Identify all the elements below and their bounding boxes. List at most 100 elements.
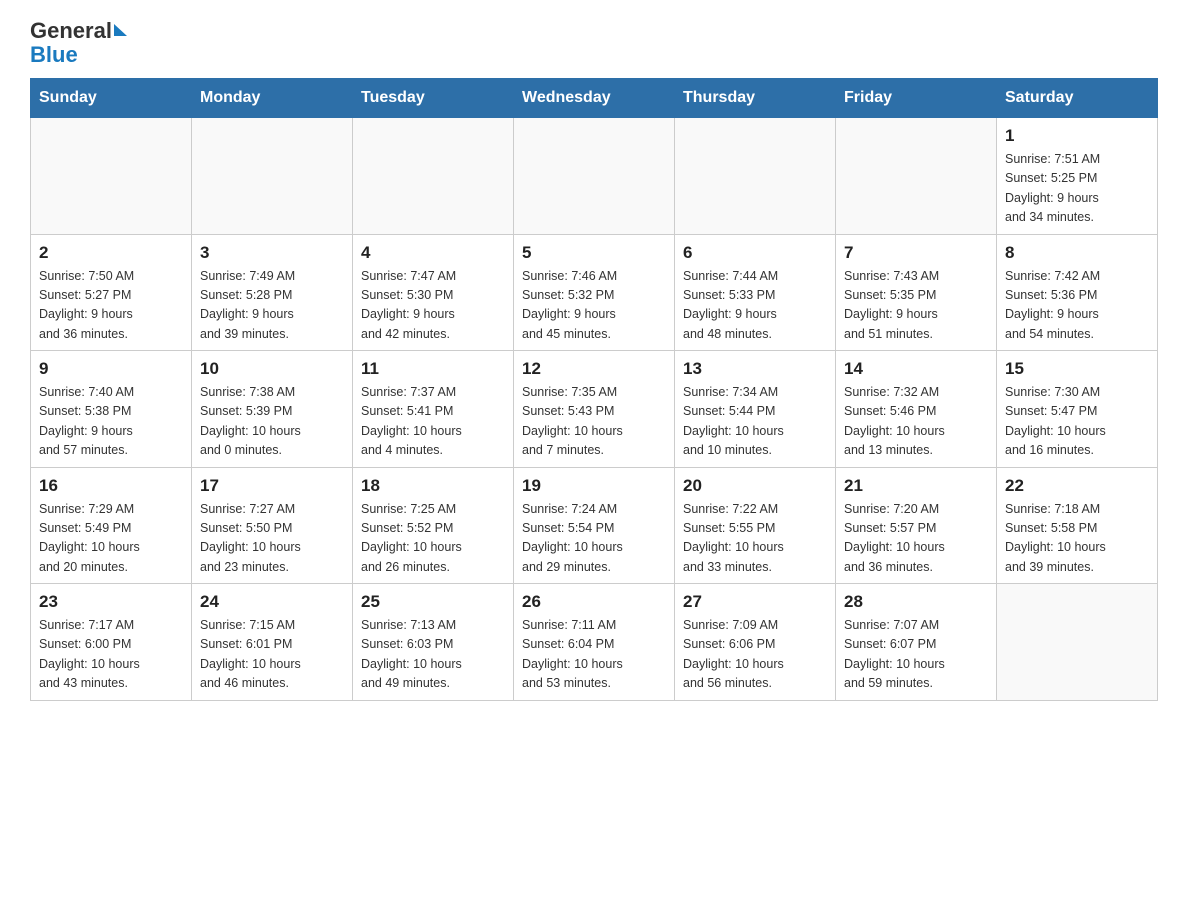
day-number: 4 xyxy=(361,243,505,263)
day-of-week-header: Friday xyxy=(836,79,997,118)
day-info: Sunrise: 7:07 AM Sunset: 6:07 PM Dayligh… xyxy=(844,616,988,694)
day-number: 7 xyxy=(844,243,988,263)
calendar-header-row: SundayMondayTuesdayWednesdayThursdayFrid… xyxy=(31,79,1158,118)
logo-blue-text: Blue xyxy=(30,42,78,68)
day-number: 20 xyxy=(683,476,827,496)
calendar-cell: 7 Sunrise: 7:43 AM Sunset: 5:35 PM Daylig… xyxy=(836,234,997,351)
calendar-cell: 2 Sunrise: 7:50 AM Sunset: 5:27 PM Daylig… xyxy=(31,234,192,351)
day-of-week-header: Tuesday xyxy=(353,79,514,118)
day-info: Sunrise: 7:37 AM Sunset: 5:41 PM Dayligh… xyxy=(361,383,505,461)
day-info: Sunrise: 7:13 AM Sunset: 6:03 PM Dayligh… xyxy=(361,616,505,694)
day-info: Sunrise: 7:49 AM Sunset: 5:28 PM Dayligh… xyxy=(200,267,344,345)
calendar-cell: 24 Sunrise: 7:15 AM Sunset: 6:01 PM Dayli… xyxy=(192,584,353,701)
day-info: Sunrise: 7:46 AM Sunset: 5:32 PM Dayligh… xyxy=(522,267,666,345)
page-header: General Blue xyxy=(30,20,1158,68)
day-number: 18 xyxy=(361,476,505,496)
calendar-cell: 15 Sunrise: 7:30 AM Sunset: 5:47 PM Dayli… xyxy=(997,351,1158,468)
day-number: 28 xyxy=(844,592,988,612)
calendar-cell: 14Sunrise: 7:32 AM Sunset: 5:46 PM Dayli… xyxy=(836,351,997,468)
day-number: 27 xyxy=(683,592,827,612)
logo: General Blue xyxy=(30,20,127,68)
calendar-cell: 12Sunrise: 7:35 AM Sunset: 5:43 PM Dayli… xyxy=(514,351,675,468)
day-info: Sunrise: 7:11 AM Sunset: 6:04 PM Dayligh… xyxy=(522,616,666,694)
calendar-cell: 9 Sunrise: 7:40 AM Sunset: 5:38 PM Daylig… xyxy=(31,351,192,468)
day-number: 25 xyxy=(361,592,505,612)
day-info: Sunrise: 7:29 AM Sunset: 5:49 PM Dayligh… xyxy=(39,500,183,578)
day-number: 26 xyxy=(522,592,666,612)
day-of-week-header: Saturday xyxy=(997,79,1158,118)
calendar-cell: 26 Sunrise: 7:11 AM Sunset: 6:04 PM Dayli… xyxy=(514,584,675,701)
calendar-cell xyxy=(192,118,353,235)
day-info: Sunrise: 7:51 AM Sunset: 5:25 PM Dayligh… xyxy=(1005,150,1149,228)
calendar-cell: 11 Sunrise: 7:37 AM Sunset: 5:41 PM Dayli… xyxy=(353,351,514,468)
day-info: Sunrise: 7:15 AM Sunset: 6:01 PM Dayligh… xyxy=(200,616,344,694)
calendar-cell: 28 Sunrise: 7:07 AM Sunset: 6:07 PM Dayli… xyxy=(836,584,997,701)
day-number: 19 xyxy=(522,476,666,496)
day-of-week-header: Thursday xyxy=(675,79,836,118)
day-info: Sunrise: 7:47 AM Sunset: 5:30 PM Dayligh… xyxy=(361,267,505,345)
day-info: Sunrise: 7:24 AM Sunset: 5:54 PM Dayligh… xyxy=(522,500,666,578)
calendar-cell xyxy=(353,118,514,235)
day-info: Sunrise: 7:43 AM Sunset: 5:35 PM Dayligh… xyxy=(844,267,988,345)
calendar-cell: 22Sunrise: 7:18 AM Sunset: 5:58 PM Dayli… xyxy=(997,467,1158,584)
logo-arrow-icon xyxy=(114,24,127,36)
day-number: 11 xyxy=(361,359,505,379)
day-info: Sunrise: 7:27 AM Sunset: 5:50 PM Dayligh… xyxy=(200,500,344,578)
day-of-week-header: Sunday xyxy=(31,79,192,118)
calendar-cell xyxy=(514,118,675,235)
day-info: Sunrise: 7:50 AM Sunset: 5:27 PM Dayligh… xyxy=(39,267,183,345)
day-number: 23 xyxy=(39,592,183,612)
calendar-cell xyxy=(997,584,1158,701)
day-info: Sunrise: 7:38 AM Sunset: 5:39 PM Dayligh… xyxy=(200,383,344,461)
day-number: 15 xyxy=(1005,359,1149,379)
day-info: Sunrise: 7:35 AM Sunset: 5:43 PM Dayligh… xyxy=(522,383,666,461)
day-number: 16 xyxy=(39,476,183,496)
day-number: 5 xyxy=(522,243,666,263)
day-info: Sunrise: 7:20 AM Sunset: 5:57 PM Dayligh… xyxy=(844,500,988,578)
calendar-cell: 17 Sunrise: 7:27 AM Sunset: 5:50 PM Dayli… xyxy=(192,467,353,584)
day-info: Sunrise: 7:22 AM Sunset: 5:55 PM Dayligh… xyxy=(683,500,827,578)
logo-general-text: General xyxy=(30,20,112,42)
calendar-cell: 16 Sunrise: 7:29 AM Sunset: 5:49 PM Dayli… xyxy=(31,467,192,584)
calendar-cell: 3 Sunrise: 7:49 AM Sunset: 5:28 PM Daylig… xyxy=(192,234,353,351)
day-number: 1 xyxy=(1005,126,1149,146)
calendar-cell xyxy=(836,118,997,235)
calendar-cell: 1 Sunrise: 7:51 AM Sunset: 5:25 PM Daylig… xyxy=(997,118,1158,235)
day-number: 24 xyxy=(200,592,344,612)
calendar-week-row: 16 Sunrise: 7:29 AM Sunset: 5:49 PM Dayli… xyxy=(31,467,1158,584)
calendar-cell: 4 Sunrise: 7:47 AM Sunset: 5:30 PM Daylig… xyxy=(353,234,514,351)
calendar-cell: 5 Sunrise: 7:46 AM Sunset: 5:32 PM Daylig… xyxy=(514,234,675,351)
day-info: Sunrise: 7:42 AM Sunset: 5:36 PM Dayligh… xyxy=(1005,267,1149,345)
day-number: 10 xyxy=(200,359,344,379)
calendar-cell: 19 Sunrise: 7:24 AM Sunset: 5:54 PM Dayli… xyxy=(514,467,675,584)
calendar-cell: 21 Sunrise: 7:20 AM Sunset: 5:57 PM Dayli… xyxy=(836,467,997,584)
calendar-cell xyxy=(675,118,836,235)
calendar-week-row: 23 Sunrise: 7:17 AM Sunset: 6:00 PM Dayli… xyxy=(31,584,1158,701)
day-info: Sunrise: 7:17 AM Sunset: 6:00 PM Dayligh… xyxy=(39,616,183,694)
calendar-cell: 8 Sunrise: 7:42 AM Sunset: 5:36 PM Daylig… xyxy=(997,234,1158,351)
logo-line-top: General xyxy=(30,20,127,42)
day-number: 8 xyxy=(1005,243,1149,263)
day-info: Sunrise: 7:18 AM Sunset: 5:58 PM Dayligh… xyxy=(1005,500,1149,578)
calendar-week-row: 1 Sunrise: 7:51 AM Sunset: 5:25 PM Daylig… xyxy=(31,118,1158,235)
day-number: 9 xyxy=(39,359,183,379)
day-number: 21 xyxy=(844,476,988,496)
day-info: Sunrise: 7:40 AM Sunset: 5:38 PM Dayligh… xyxy=(39,383,183,461)
day-number: 17 xyxy=(200,476,344,496)
day-of-week-header: Monday xyxy=(192,79,353,118)
calendar-cell: 18Sunrise: 7:25 AM Sunset: 5:52 PM Dayli… xyxy=(353,467,514,584)
calendar-cell: 27 Sunrise: 7:09 AM Sunset: 6:06 PM Dayli… xyxy=(675,584,836,701)
day-number: 3 xyxy=(200,243,344,263)
day-info: Sunrise: 7:09 AM Sunset: 6:06 PM Dayligh… xyxy=(683,616,827,694)
day-number: 13 xyxy=(683,359,827,379)
calendar-cell: 6Sunrise: 7:44 AM Sunset: 5:33 PM Daylig… xyxy=(675,234,836,351)
calendar-week-row: 2 Sunrise: 7:50 AM Sunset: 5:27 PM Daylig… xyxy=(31,234,1158,351)
calendar-cell: 20 Sunrise: 7:22 AM Sunset: 5:55 PM Dayli… xyxy=(675,467,836,584)
calendar-cell xyxy=(31,118,192,235)
day-info: Sunrise: 7:30 AM Sunset: 5:47 PM Dayligh… xyxy=(1005,383,1149,461)
day-number: 2 xyxy=(39,243,183,263)
day-number: 14 xyxy=(844,359,988,379)
day-number: 6 xyxy=(683,243,827,263)
day-of-week-header: Wednesday xyxy=(514,79,675,118)
calendar-table: SundayMondayTuesdayWednesdayThursdayFrid… xyxy=(30,78,1158,701)
